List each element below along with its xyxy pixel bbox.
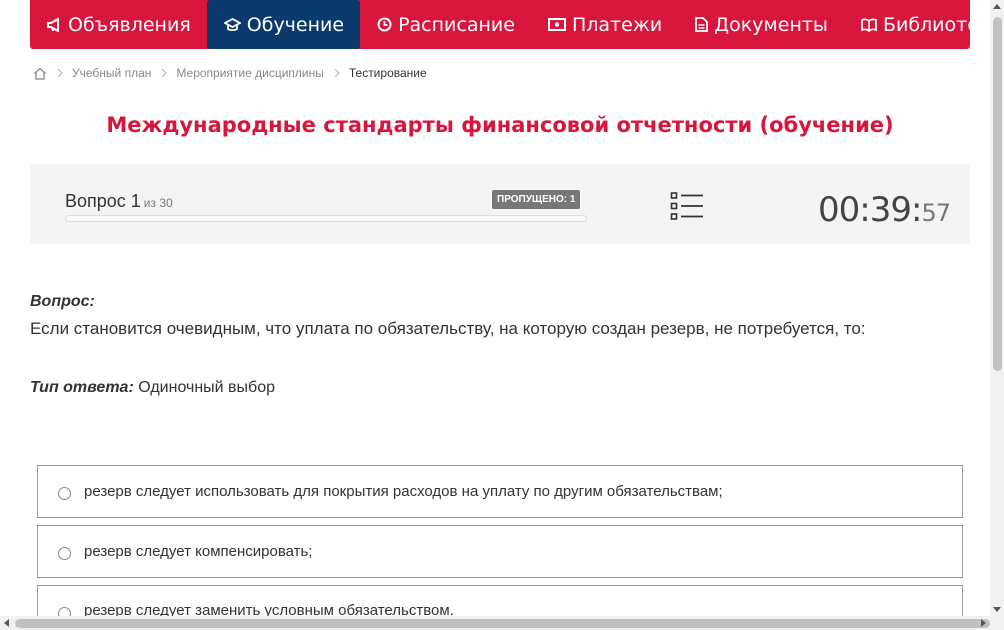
question-total: из 30	[143, 196, 173, 210]
nav-item-library[interactable]: Библиотека	[844, 0, 1004, 49]
breadcrumb-item-testing: Тестирование	[348, 66, 427, 80]
megaphone-icon	[47, 17, 59, 32]
nav-label: Расписание	[398, 13, 515, 36]
book-icon	[861, 17, 877, 32]
answer-text: резерв следует компенсировать;	[84, 543, 313, 560]
nav-item-documents[interactable]: Документы	[678, 0, 844, 49]
chevron-right-icon	[334, 68, 340, 78]
nav-label: Платежи	[571, 13, 663, 36]
breadcrumb-item-curriculum[interactable]: Учебный план	[72, 66, 151, 80]
nav-label: Обучение	[246, 13, 345, 36]
question-list-button[interactable]	[670, 191, 704, 226]
scroll-up-arrow-icon[interactable]	[993, 4, 1001, 9]
timer-main: 00:39:	[818, 190, 922, 230]
vertical-scrollbar[interactable]	[990, 0, 1004, 616]
scroll-right-arrow-icon[interactable]	[981, 619, 986, 627]
nav-item-schedule[interactable]: Расписание	[360, 0, 531, 49]
chevron-right-icon	[161, 68, 168, 78]
nav-item-announcements[interactable]: Объявления	[30, 0, 207, 49]
nav-label: Объявления	[68, 13, 191, 36]
main-nav: Объявления Обучение Расписание Платежи Д…	[30, 0, 1002, 49]
answer-option[interactable]: резерв следует компенсировать;	[37, 525, 963, 578]
answer-radio[interactable]	[58, 487, 71, 500]
timer-seconds: 57	[921, 199, 951, 227]
horizontal-scroll-thumb[interactable]	[15, 619, 990, 628]
horizontal-scrollbar[interactable]	[0, 616, 1004, 630]
question-label: Вопрос:	[30, 293, 95, 310]
breadcrumb: Учебный план Мероприятие дисциплины Тест…	[33, 63, 427, 83]
question-text: Если становится очевидным, что уплата по…	[30, 319, 866, 338]
question-panel: Вопрос 1 из 30 ПРОПУЩЕНО: 1 00:39:57	[30, 164, 970, 244]
clock-icon	[377, 17, 392, 32]
question-number-label: Вопрос 1	[65, 191, 141, 211]
answer-type: Тип ответа: Одиночный выбор	[30, 379, 275, 397]
graduation-cap-icon	[223, 17, 241, 31]
nav-item-payments[interactable]: Платежи	[531, 0, 678, 49]
scroll-left-arrow-icon[interactable]	[4, 619, 9, 627]
progress-bar	[65, 215, 587, 222]
breadcrumb-item-discipline-event[interactable]: Мероприятие дисциплины	[176, 66, 323, 80]
skipped-badge: ПРОПУЩЕНО: 1	[492, 190, 581, 209]
vertical-scroll-thumb[interactable]	[993, 17, 1002, 371]
nav-item-education[interactable]: Обучение	[206, 0, 361, 49]
home-icon[interactable]	[33, 67, 47, 80]
nav-label: Документы	[714, 13, 828, 36]
answer-text: резерв следует использовать для покрытия…	[84, 483, 723, 500]
answer-radio[interactable]	[58, 547, 71, 560]
question-number: Вопрос 1 из 30	[65, 191, 173, 212]
document-icon	[695, 17, 709, 32]
list-icon	[670, 192, 703, 220]
page-title: Международные стандарты финансовой отчет…	[106, 113, 894, 137]
nav-label: Библиотека	[882, 13, 1003, 36]
scroll-down-arrow-icon[interactable]	[993, 607, 1001, 612]
answer-option[interactable]: резерв следует использовать для покрытия…	[37, 465, 963, 518]
money-icon	[547, 18, 566, 31]
answer-type-value: Одиночный выбор	[138, 379, 275, 396]
chevron-right-icon	[57, 68, 63, 78]
answer-type-label: Тип ответа:	[30, 379, 134, 396]
timer: 00:39:57	[818, 190, 951, 230]
